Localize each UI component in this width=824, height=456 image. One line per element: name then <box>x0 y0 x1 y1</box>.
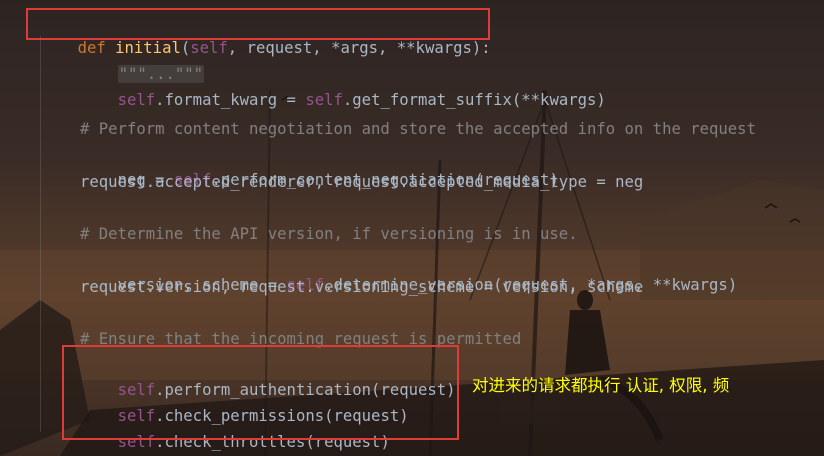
code-line-negotiation[interactable]: neg = self.perform_content_negotiation(r… <box>80 144 559 189</box>
code-line-determine-version[interactable]: version, scheme = self.determine_version… <box>80 249 738 294</box>
code-text: .format_kwarg = <box>155 91 306 109</box>
comment-content-negotiation: # Perform content negotiation and store … <box>80 120 756 138</box>
self-keyword: self <box>305 91 343 109</box>
indent-guide <box>40 36 41 432</box>
comment-versioning: # Determine the API version, if versioni… <box>80 225 578 243</box>
code-line-docstring[interactable]: """...""" <box>80 38 205 83</box>
params: , request, *args, **kwargs): <box>227 39 491 57</box>
code-line-request-version[interactable]: request.version, request.versioning_sche… <box>80 275 643 299</box>
self-keyword: self <box>117 91 156 109</box>
code-text: .get_format_suffix(**kwargs) <box>342 91 606 109</box>
annotation-note: 对进来的请求都执行 认证, 权限, 频 <box>472 376 730 395</box>
code-editor[interactable]: def initial(self, request, *args, **kwar… <box>0 0 824 456</box>
code-line-accepted-renderer[interactable]: request.accepted_renderer, request.accep… <box>80 170 643 194</box>
highlight-box-def <box>26 8 490 40</box>
code-line-format-kwarg[interactable]: self.format_kwarg = self.get_format_suff… <box>80 64 606 109</box>
highlight-box-checks <box>62 345 459 440</box>
